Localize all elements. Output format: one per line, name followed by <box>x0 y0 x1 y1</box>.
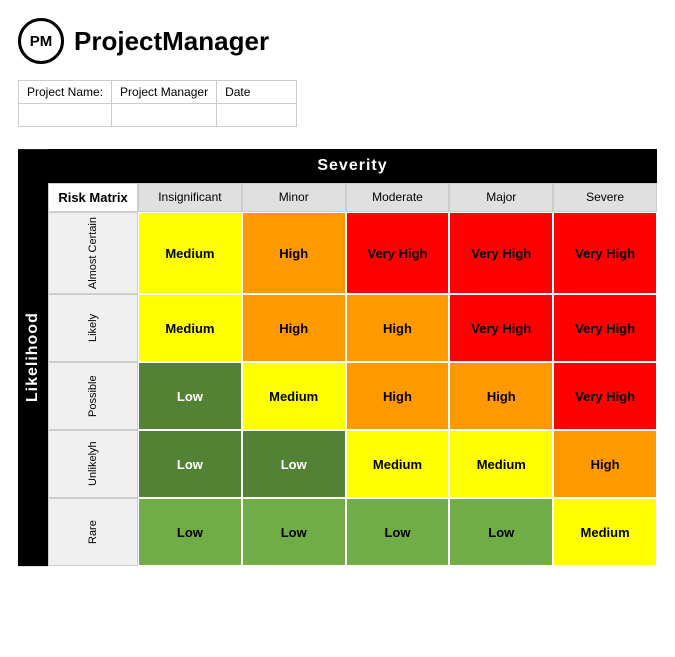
matrix-cell: High <box>346 294 450 362</box>
matrix-cell: Medium <box>138 212 242 294</box>
data-row: LikelyMediumHighHighVery HighVery High <box>48 294 657 362</box>
project-info-table: Project Name: Project Manager Date <box>18 80 297 127</box>
likelihood-label: Likelihood <box>18 149 48 566</box>
col-header-minor: Minor <box>242 183 346 212</box>
col-header-insignificant: Insignificant <box>138 183 242 212</box>
matrix-cell: Very High <box>553 294 657 362</box>
matrix-grid: Severity Risk Matrix Insignificant Minor… <box>48 149 657 566</box>
logo: PM <box>18 18 64 64</box>
matrix-cell: Very High <box>553 362 657 430</box>
data-row: PossibleLowMediumHighHighVery High <box>48 362 657 430</box>
matrix-cell: Medium <box>138 294 242 362</box>
matrix-cell: High <box>346 362 450 430</box>
matrix-cell: Medium <box>553 498 657 566</box>
project-name-value[interactable] <box>19 104 112 127</box>
col-header-severe: Severe <box>553 183 657 212</box>
matrix-cell: Low <box>242 498 346 566</box>
risk-matrix: Likelihood Severity Risk Matrix Insignif… <box>18 149 657 566</box>
app-header: PM ProjectManager <box>10 10 665 76</box>
project-name-label: Project Name: <box>19 81 112 104</box>
col-header-moderate: Moderate <box>346 183 450 212</box>
matrix-cell: Low <box>138 498 242 566</box>
row-label-possible: Possible <box>48 362 138 430</box>
matrix-cell: High <box>553 430 657 498</box>
project-manager-label: Project Manager <box>112 81 217 104</box>
date-value[interactable] <box>217 104 297 127</box>
col-header-row: Risk Matrix Insignificant Minor Moderate… <box>48 183 657 212</box>
row-label-likely: Likely <box>48 294 138 362</box>
severity-header: Severity <box>48 149 657 183</box>
project-manager-value[interactable] <box>112 104 217 127</box>
date-label: Date <box>217 81 297 104</box>
matrix-cell: Very High <box>553 212 657 294</box>
col-header-major: Major <box>449 183 553 212</box>
data-row: Almost CertainMediumHighVery HighVery Hi… <box>48 212 657 294</box>
app-title: ProjectManager <box>74 26 269 57</box>
matrix-cell: Very High <box>449 294 553 362</box>
matrix-cell: High <box>449 362 553 430</box>
row-label-unlikelyh: Unlikelyh <box>48 430 138 498</box>
row-label-almost-certain: Almost Certain <box>48 212 138 294</box>
risk-matrix-label: Risk Matrix <box>48 183 138 212</box>
logo-text: PM <box>30 33 53 50</box>
matrix-cell: Medium <box>242 362 346 430</box>
row-label-rare: Rare <box>48 498 138 566</box>
matrix-cell: Low <box>346 498 450 566</box>
matrix-cell: Medium <box>449 430 553 498</box>
data-row: UnlikelyhLowLowMediumMediumHigh <box>48 430 657 498</box>
matrix-cell: High <box>242 212 346 294</box>
matrix-cell: Very High <box>346 212 450 294</box>
data-row: RareLowLowLowLowMedium <box>48 498 657 566</box>
matrix-cell: Low <box>242 430 346 498</box>
matrix-cell: Low <box>138 362 242 430</box>
matrix-cell: High <box>242 294 346 362</box>
data-rows: Almost CertainMediumHighVery HighVery Hi… <box>48 212 657 566</box>
matrix-cell: Medium <box>346 430 450 498</box>
matrix-cell: Low <box>449 498 553 566</box>
matrix-cell: Low <box>138 430 242 498</box>
matrix-cell: Very High <box>449 212 553 294</box>
